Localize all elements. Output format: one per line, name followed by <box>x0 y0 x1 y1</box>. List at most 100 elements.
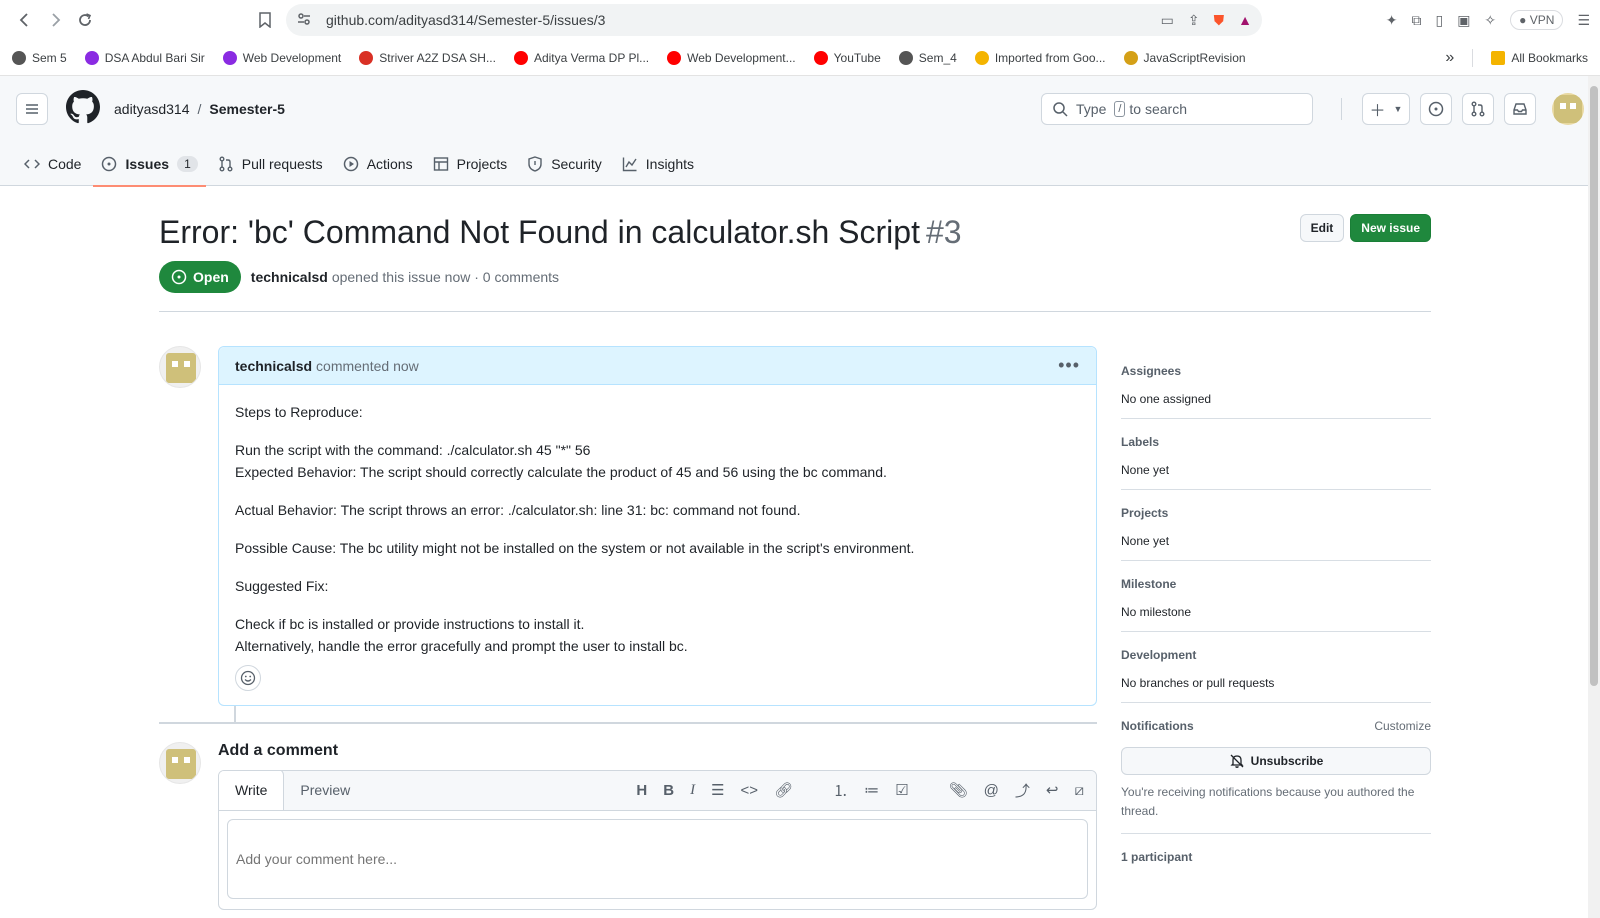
site-settings-icon[interactable] <box>296 11 312 30</box>
comment-author-link[interactable]: technicalsd <box>235 358 312 374</box>
quote-icon[interactable]: ☰ <box>711 781 724 799</box>
bookmark-favicon-icon <box>359 50 374 65</box>
forward-icon[interactable] <box>40 5 70 35</box>
code-icon[interactable]: <> <box>741 782 759 799</box>
tab-write[interactable]: Write <box>219 771 285 810</box>
all-bookmarks-folder[interactable]: All Bookmarks <box>1491 50 1588 65</box>
extension-icon[interactable]: ✦ <box>1386 12 1398 29</box>
bookmark-favicon-icon <box>813 50 828 65</box>
user-avatar[interactable] <box>1552 93 1584 125</box>
bookmark-item[interactable]: Imported from Goo... <box>974 50 1106 65</box>
sidebar-development[interactable]: Development No branches or pull requests <box>1121 632 1431 703</box>
brave-shield-icon[interactable]: ⛊ <box>1214 12 1225 29</box>
comment-textarea[interactable] <box>227 819 1088 899</box>
slash-command-icon[interactable]: ⧄ <box>1074 782 1084 799</box>
sidebar-assignees[interactable]: Assignees No one assigned <box>1121 346 1431 419</box>
tab-preview[interactable]: Preview <box>284 771 366 810</box>
code-icon <box>24 159 40 169</box>
italic-icon[interactable]: I <box>690 782 695 799</box>
kebab-menu-icon[interactable]: ••• <box>1058 355 1080 376</box>
bookmark-item[interactable]: Web Development... <box>667 50 796 65</box>
customize-link[interactable]: Customize <box>1374 719 1431 733</box>
scrollbar-thumb[interactable] <box>1590 86 1598 686</box>
share-icon[interactable]: ⇪ <box>1188 12 1200 29</box>
bookmark-item[interactable]: Striver A2Z DSA SH... <box>359 50 496 65</box>
github-logo-icon[interactable] <box>66 89 100 129</box>
header-divider <box>1341 98 1342 120</box>
issues-icon[interactable] <box>1420 93 1452 125</box>
sidebar-projects[interactable]: Projects None yet <box>1121 490 1431 561</box>
mention-icon[interactable]: @ <box>984 782 999 799</box>
new-issue-button[interactable]: New issue <box>1350 214 1431 242</box>
sidebar-milestone[interactable]: Milestone No milestone <box>1121 561 1431 632</box>
install-app-icon[interactable]: ▭ <box>1161 12 1174 29</box>
reload-icon[interactable] <box>70 5 100 35</box>
page-scrollbar[interactable] <box>1588 76 1600 918</box>
markdown-toolbar: H B I ☰ <> 🔗︎ ⒈ ≔ ☑ 📎︎ @ ⤴ ↩ ⧄ <box>636 771 1096 810</box>
bookmark-label: Aditya Verma DP Pl... <box>533 50 650 65</box>
tab-insights[interactable]: Insights <box>614 142 702 186</box>
bookmarks-divider <box>1472 48 1474 67</box>
current-user-avatar[interactable] <box>159 742 201 784</box>
bookmark-item[interactable]: Sem 5 <box>12 50 67 65</box>
bookmark-item[interactable]: JavaScriptRevision <box>1123 50 1246 65</box>
comment-line: Expected Behavior: The script should cor… <box>235 464 887 480</box>
add-reaction-smiley-icon[interactable] <box>235 665 261 691</box>
back-icon[interactable] <box>10 5 40 35</box>
sidebar-labels[interactable]: Labels None yet <box>1121 419 1431 490</box>
repo-name-link[interactable]: Semester-5 <box>209 101 285 117</box>
ordered-list-icon[interactable]: ⒈ <box>833 780 848 801</box>
unordered-list-icon[interactable]: ≔ <box>864 781 879 799</box>
task-list-icon[interactable]: ☑ <box>895 781 908 799</box>
address-bar[interactable]: github.com/adityasd314/Semester-5/issues… <box>286 4 1262 36</box>
link-icon[interactable]: 🔗︎ <box>774 781 793 799</box>
repo-owner-link[interactable]: adityasd314 <box>114 101 190 117</box>
comment-paragraph: Steps to Reproduce: <box>235 404 363 420</box>
bookmark-favicon-icon <box>1123 50 1138 65</box>
issue-author-link[interactable]: technicalsd <box>251 269 328 285</box>
reply-icon[interactable]: ↩ <box>1046 781 1059 799</box>
puzzle-icon[interactable]: ⧉ <box>1411 12 1421 29</box>
comment-author-avatar[interactable] <box>159 346 201 388</box>
bookmark-item[interactable]: Web Development <box>222 50 341 65</box>
development-title: Development <box>1121 648 1197 662</box>
menu-icon[interactable]: ☰ <box>1577 12 1590 29</box>
tab-code[interactable]: Code <box>16 142 89 186</box>
tab-issues[interactable]: Issues 1 <box>93 142 207 187</box>
shield-icon <box>528 156 542 172</box>
bookmark-favicon-icon <box>12 50 26 65</box>
cross-reference-icon[interactable]: ⤴ <box>1015 780 1030 801</box>
bookmark-item[interactable]: Aditya Verma DP Pl... <box>513 50 650 65</box>
pull-requests-icon[interactable] <box>1462 93 1494 125</box>
create-new-button[interactable]: ＋ ▼ <box>1362 93 1410 125</box>
attach-file-icon[interactable]: 📎︎ <box>949 781 968 799</box>
issue-sidebar: Assignees No one assigned Labels None ye… <box>1121 346 1431 910</box>
bookmark-item[interactable]: YouTube <box>813 50 881 65</box>
tab-projects[interactable]: Projects <box>425 142 516 186</box>
bold-icon[interactable]: B <box>663 782 674 799</box>
bookmark-item[interactable]: Sem_4 <box>898 50 957 65</box>
bookmark-star-icon[interactable] <box>250 5 280 35</box>
bookmarks-overflow-icon[interactable]: » <box>1445 49 1454 67</box>
timeline-connector <box>234 706 236 722</box>
wallet-icon[interactable]: ▣ <box>1457 12 1470 29</box>
edit-button[interactable]: Edit <box>1299 214 1345 242</box>
bookmark-label: Sem 5 <box>32 50 67 65</box>
tab-pull-requests[interactable]: Pull requests <box>210 142 331 186</box>
vpn-button[interactable]: ● VPN <box>1510 10 1564 30</box>
brave-rewards-icon[interactable]: ▲ <box>1238 12 1252 29</box>
search-input[interactable]: Type / to search <box>1041 93 1313 125</box>
tab-actions[interactable]: Actions <box>335 142 421 186</box>
sidebar-icon[interactable]: ▯ <box>1435 12 1443 29</box>
comment-line: Check if bc is installed or provide inst… <box>235 616 585 632</box>
tab-security[interactable]: Security <box>519 142 610 186</box>
hamburger-menu-icon[interactable] <box>16 93 48 125</box>
comment-editor: Write Preview H B I ☰ <> 🔗︎ ⒈ ≔ ☑ 📎︎ @ ⤴… <box>218 770 1097 910</box>
bookmark-item[interactable]: DSA Abdul Bari Sir <box>84 50 205 65</box>
heading-icon[interactable]: H <box>636 782 647 799</box>
tab-issues-label: Issues <box>125 156 170 172</box>
leo-ai-icon[interactable]: ✧ <box>1484 12 1496 29</box>
url-text[interactable]: github.com/adityasd314/Semester-5/issues… <box>326 12 1161 28</box>
unsubscribe-button[interactable]: Unsubscribe <box>1121 747 1431 775</box>
inbox-icon[interactable] <box>1504 93 1536 125</box>
